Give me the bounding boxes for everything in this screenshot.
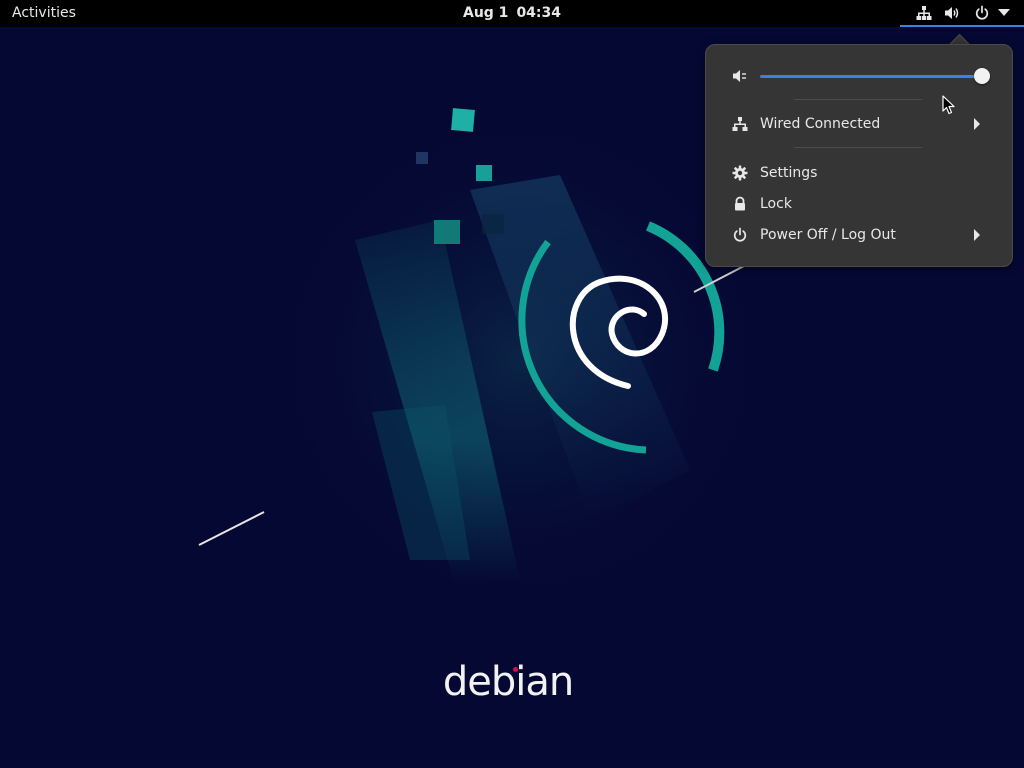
clock: Aug 1 04:34 [0,0,1024,27]
lock-icon [735,196,745,211]
top-bar: Activities Aug 1 04:34 [0,0,1024,27]
mouse-cursor-icon [942,95,955,115]
settings-label: Settings [760,165,818,181]
system-menu: Wired Connected Settings Lock Power Off … [705,44,1013,267]
power-off-logout-label: Power Off / Log Out [760,227,896,243]
wired-connection-label: Wired Connected [760,116,881,132]
power-icon [975,5,989,20]
volume-slider-fill [760,75,976,78]
clock-time: 04:34 [516,5,562,21]
activities-button[interactable]: Activities [12,0,76,27]
clock-date: Aug 1 [462,5,509,21]
network-wired-icon [916,6,932,20]
submenu-arrow-icon [974,118,980,130]
system-tray-button[interactable] [900,0,1024,27]
desktop: debian Activities Aug 1 04:34 Wired Conn… [0,0,1024,768]
lock-label: Lock [760,196,792,212]
network-wired-icon [732,117,748,131]
power-icon [733,227,747,242]
chevron-down-icon [998,9,1010,16]
speaker-muted-icon[interactable] [732,68,748,84]
volume-row [718,61,1000,91]
tray-active-indicator [900,25,1024,27]
menu-separator [794,99,922,100]
clock-button[interactable]: Aug 1 04:34 [463,5,561,21]
wired-connection-item[interactable]: Wired Connected [718,109,1000,139]
volume-slider[interactable] [760,67,990,85]
volume-slider-handle[interactable] [974,68,990,84]
submenu-arrow-icon [974,229,980,241]
settings-item[interactable]: Settings [718,158,1000,188]
debian-logo-dot [513,667,518,672]
speaker-volume-icon [945,7,959,19]
power-off-logout-item[interactable]: Power Off / Log Out [718,220,1000,250]
lock-item[interactable]: Lock [718,189,1000,219]
debian-logo-text: debian [442,659,574,705]
menu-separator [794,147,922,148]
gear-icon [732,165,748,181]
